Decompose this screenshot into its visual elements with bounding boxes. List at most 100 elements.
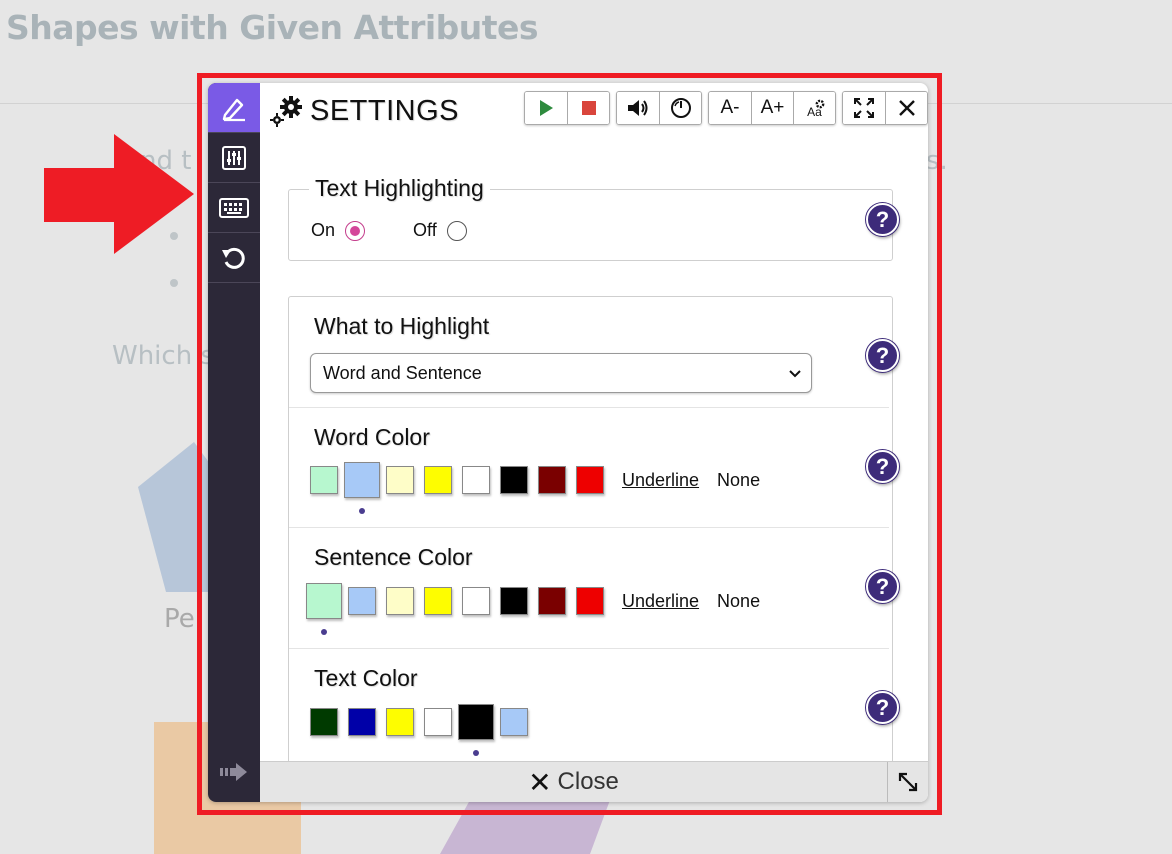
panel-header: SETTINGS bbox=[270, 89, 459, 133]
font-decrease-button[interactable]: A- bbox=[709, 92, 751, 124]
page-title: Shapes with Given Attributes bbox=[6, 8, 539, 47]
text-color-swatch[interactable] bbox=[348, 708, 376, 736]
what-to-highlight-section: What to Highlight Word and Sentence ? bbox=[289, 297, 899, 408]
resize-handle[interactable] bbox=[887, 762, 928, 802]
word-color-section: Word Color Underline None ? bbox=[289, 408, 899, 528]
word-color-swatch[interactable] bbox=[576, 466, 604, 494]
sliders-icon bbox=[222, 145, 246, 170]
off-label: Off bbox=[413, 220, 437, 240]
on-radio[interactable] bbox=[345, 220, 366, 241]
close-panel-button[interactable] bbox=[885, 92, 927, 124]
volume-icon bbox=[628, 100, 648, 116]
window-group bbox=[842, 91, 928, 125]
word-color-swatch[interactable] bbox=[386, 466, 414, 494]
play-icon bbox=[540, 100, 553, 116]
text-color-section: Text Color ? bbox=[289, 649, 899, 761]
close-label: Close bbox=[557, 768, 619, 795]
text-color-label: Text Color bbox=[314, 665, 418, 691]
font-group: A- A+ Aa bbox=[708, 91, 836, 125]
close-icon bbox=[898, 100, 915, 116]
off-radio[interactable] bbox=[446, 220, 467, 241]
text-color-swatches bbox=[310, 704, 538, 740]
speed-dial-icon bbox=[670, 98, 691, 118]
word-underline-option[interactable]: Underline bbox=[622, 470, 699, 491]
toolbar: A- A+ Aa bbox=[524, 91, 928, 125]
panel-footer: ✕ Close bbox=[260, 761, 928, 802]
gears-icon bbox=[270, 96, 302, 127]
what-to-highlight-label: What to Highlight bbox=[314, 313, 490, 339]
text-color-swatch[interactable] bbox=[458, 704, 494, 740]
highlighter-icon bbox=[222, 98, 245, 121]
what-to-highlight-select[interactable]: Word and Sentence bbox=[310, 353, 812, 393]
word-color-swatch[interactable] bbox=[500, 466, 528, 494]
word-color-swatch[interactable] bbox=[538, 466, 566, 494]
sentence-color-swatch[interactable] bbox=[348, 587, 376, 615]
highlight-options-box: What to Highlight Word and Sentence ? Wo… bbox=[288, 296, 899, 761]
keyboard-icon bbox=[219, 197, 249, 218]
help-button[interactable]: ? bbox=[866, 691, 899, 724]
word-none-option[interactable]: None bbox=[717, 470, 760, 491]
speed-button[interactable] bbox=[659, 92, 701, 124]
rail-reset-button[interactable] bbox=[208, 233, 260, 283]
sentence-color-swatch[interactable] bbox=[424, 587, 452, 615]
close-x-icon: ✕ bbox=[528, 766, 552, 798]
help-button[interactable]: ? bbox=[866, 339, 899, 372]
text-color-swatch[interactable] bbox=[310, 708, 338, 736]
close-button[interactable]: ✕ Close bbox=[260, 762, 887, 802]
reset-icon bbox=[222, 247, 245, 269]
text-highlighting-fieldset: Text Highlighting On Off ? bbox=[288, 175, 899, 261]
text-highlighting-legend: Text Highlighting bbox=[309, 175, 490, 202]
what-to-highlight-value: Word and Sentence bbox=[323, 362, 482, 383]
rail-collapse-button[interactable] bbox=[220, 761, 248, 788]
word-color-swatch[interactable] bbox=[310, 466, 338, 494]
sentence-color-swatch[interactable] bbox=[538, 587, 566, 615]
bullet bbox=[170, 279, 178, 287]
text-color-swatch[interactable] bbox=[386, 708, 414, 736]
sentence-color-swatches: Underline None bbox=[306, 583, 760, 619]
word-color-swatches: Underline None bbox=[310, 462, 760, 498]
text-highlighting-options: On Off bbox=[311, 220, 467, 241]
arrow-right-icon bbox=[220, 763, 247, 781]
font-increase-button[interactable]: A+ bbox=[751, 92, 793, 124]
sentence-none-option[interactable]: None bbox=[717, 591, 760, 612]
background-text: Pe bbox=[164, 604, 195, 634]
sentence-underline-option[interactable]: Underline bbox=[622, 591, 699, 612]
volume-button[interactable] bbox=[617, 92, 659, 124]
expand-button[interactable] bbox=[843, 92, 885, 124]
font-decrease-label: A- bbox=[720, 97, 740, 118]
settings-content: Text Highlighting On Off ? What to Highl… bbox=[260, 139, 928, 761]
rail-settings-button[interactable] bbox=[208, 133, 260, 183]
word-color-swatch[interactable] bbox=[462, 466, 490, 494]
text-color-swatch[interactable] bbox=[500, 708, 528, 736]
chevron-down-icon bbox=[789, 370, 801, 378]
small-gear-icon bbox=[815, 99, 825, 109]
word-color-label: Word Color bbox=[314, 424, 430, 450]
red-arrow-annotation bbox=[44, 134, 194, 254]
help-button[interactable]: ? bbox=[866, 203, 899, 236]
sentence-color-swatch[interactable] bbox=[500, 587, 528, 615]
word-color-swatch[interactable] bbox=[424, 466, 452, 494]
play-button[interactable] bbox=[525, 92, 567, 124]
panel-title: SETTINGS bbox=[310, 94, 460, 127]
help-button[interactable]: ? bbox=[866, 450, 899, 483]
word-color-swatch[interactable] bbox=[344, 462, 380, 498]
stop-icon bbox=[581, 101, 596, 115]
playback-group bbox=[524, 91, 610, 125]
stop-button[interactable] bbox=[567, 92, 609, 124]
sentence-color-swatch[interactable] bbox=[386, 587, 414, 615]
settings-panel: SETTINGS A- A+ Aa Text Highlighting On O… bbox=[208, 83, 928, 802]
on-label: On bbox=[311, 220, 336, 240]
expand-icon bbox=[854, 98, 874, 118]
rail-keyboard-button[interactable] bbox=[208, 183, 260, 233]
font-settings-button[interactable]: Aa bbox=[793, 92, 835, 124]
resize-diagonal-icon bbox=[898, 772, 918, 792]
text-color-swatch[interactable] bbox=[424, 708, 452, 736]
rail-highlighter-button[interactable] bbox=[208, 83, 260, 133]
sentence-color-swatch[interactable] bbox=[462, 587, 490, 615]
audio-group bbox=[616, 91, 702, 125]
sentence-color-section: Sentence Color Underline None ? bbox=[289, 528, 899, 649]
side-rail bbox=[208, 83, 260, 802]
sentence-color-swatch[interactable] bbox=[306, 583, 342, 619]
sentence-color-swatch[interactable] bbox=[576, 587, 604, 615]
help-button[interactable]: ? bbox=[866, 570, 899, 603]
